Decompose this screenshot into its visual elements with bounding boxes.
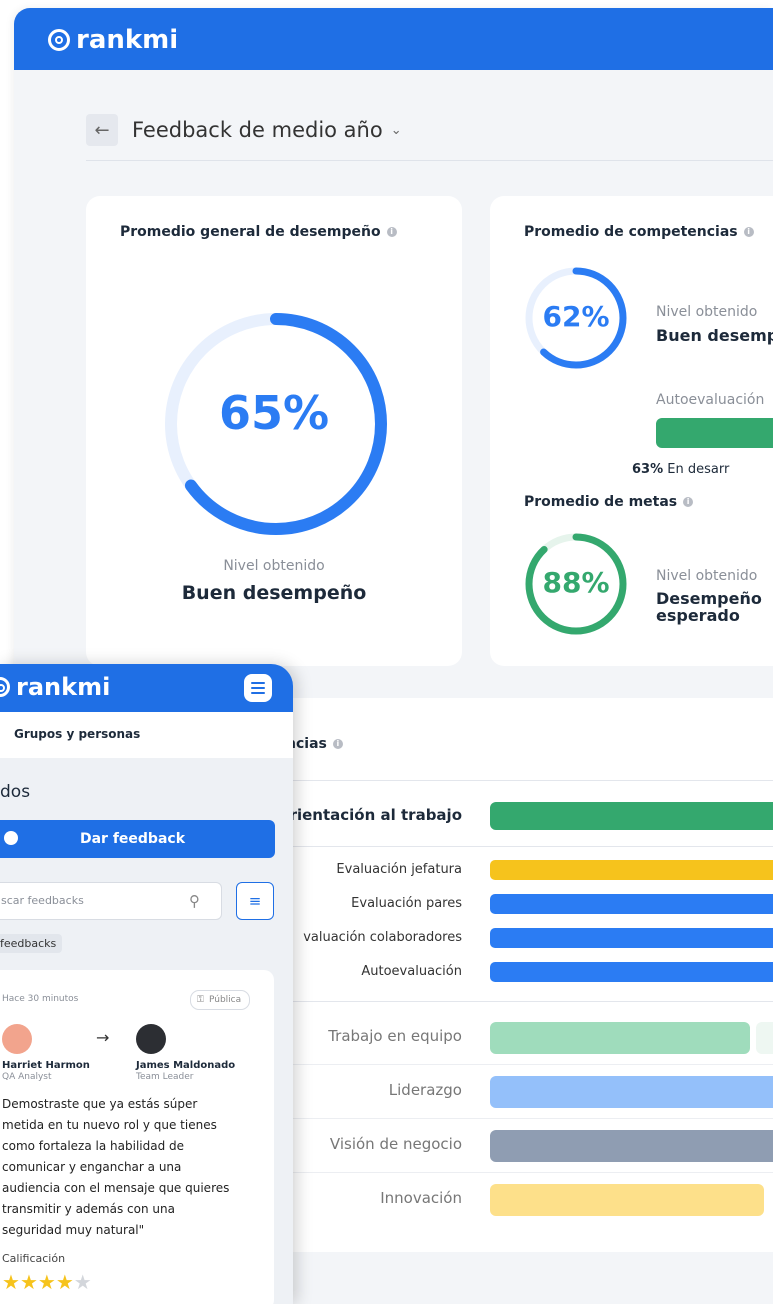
back-arrow-icon[interactable]: ← [86, 114, 118, 146]
avatar [2, 1024, 32, 1054]
bar-equipo[interactable] [490, 1022, 750, 1054]
rating-label: Calificación [2, 1252, 66, 1265]
search-placeholder: scar feedbacks [1, 894, 84, 907]
bar-colaboradores[interactable] [490, 928, 773, 948]
star-icon: ★ [73, 1270, 92, 1294]
bar-liderazgo[interactable] [490, 1076, 773, 1108]
general-percent: 65% [218, 386, 330, 440]
mobile-section-title: dos [0, 782, 31, 802]
autoevaluacion-result: 63% En desarr [632, 462, 730, 477]
rankmi-mark-icon [0, 677, 10, 697]
metas-title: Promedio de metas i [524, 494, 694, 510]
to-role: Team Leader [136, 1072, 194, 1082]
competencias-title: Promedio de competencias i [524, 224, 754, 240]
metas-percent: 88% [542, 566, 610, 599]
rankmi-logo[interactable]: rankmi [48, 25, 178, 55]
dar-feedback-button[interactable]: Dar feedback [0, 820, 275, 858]
info-icon[interactable]: i [386, 227, 397, 237]
search-input[interactable]: scar feedbacks ⚲ [0, 882, 222, 920]
mobile-brand-name: rankmi [16, 673, 111, 701]
dar-feedback-label: Dar feedback [79, 831, 186, 847]
bar-orientacion[interactable] [490, 802, 773, 830]
star-rating: ★★★★★ [2, 1270, 92, 1294]
general-level-label: Nivel obtenido [223, 558, 325, 574]
star-icon: ★ [37, 1270, 56, 1294]
arrow-right-icon: → [96, 1028, 110, 1047]
competencias-card: Promedio de competencias i 62% Nivel obte… [490, 196, 773, 666]
feedback-message: Demostraste que ya estás súper metida en… [2, 1097, 230, 1237]
rankmi-mark-icon [48, 29, 70, 51]
brand-name: rankmi [76, 25, 179, 55]
feedback-time: Hace 30 minutos [2, 994, 79, 1004]
mobile-rankmi-logo[interactable]: rankmi [0, 673, 110, 701]
to-name: James Maldonado [136, 1060, 236, 1071]
metas-level-label: Nivel obtenido [656, 568, 758, 584]
from-name: Harriet Harmon [2, 1060, 90, 1071]
mobile-tabbar: Grupos y personas [0, 712, 293, 758]
bar-autoevaluacion[interactable] [490, 962, 773, 982]
detail-title: ncias i [286, 736, 343, 752]
star-icon: ★ [19, 1270, 38, 1294]
general-level: Buen desempeño [181, 582, 367, 604]
info-icon[interactable]: i [683, 497, 694, 507]
tab-grupos-personas[interactable]: Grupos y personas [14, 727, 140, 741]
breadcrumb: ← Feedback de medio año ⌄ [86, 100, 773, 161]
page-title[interactable]: Feedback de medio año [132, 118, 383, 142]
bar-pares[interactable] [490, 894, 773, 914]
info-icon[interactable]: i [332, 739, 343, 749]
filter-chip[interactable]: feedbacks [0, 934, 63, 953]
visibility-badge[interactable]: ⚿ Pública [190, 990, 251, 1010]
star-icon: ★ [55, 1270, 74, 1294]
bar-innovacion[interactable] [490, 1184, 764, 1216]
lock-icon: ⚿ [197, 995, 204, 1005]
general-card-title: Promedio general de desempeño i [120, 224, 397, 240]
info-icon[interactable]: i [743, 227, 754, 237]
bar-jefatura[interactable] [490, 860, 773, 880]
avatar [136, 1024, 166, 1054]
top-bar: rankmi [14, 8, 773, 70]
general-performance-card: Promedio general de desempeño i 65% Nivel… [86, 196, 462, 666]
search-icon[interactable]: ⚲ [189, 892, 200, 910]
menu-icon[interactable] [244, 674, 272, 702]
autoevaluacion-label: Autoevaluación [656, 392, 765, 408]
from-role: QA Analyst [2, 1072, 52, 1082]
competencias-percent: 62% [542, 300, 610, 333]
bar-vision[interactable] [490, 1130, 773, 1162]
star-icon: ★ [2, 1270, 20, 1294]
autoevaluacion-bar [656, 418, 773, 448]
mobile-screen: rankmi Grupos y personas dos Dar feedbac… [0, 664, 293, 1304]
metas-level: Desempeño esperado [656, 589, 762, 625]
competencias-level: Buen desemp [656, 326, 773, 345]
chevron-down-icon[interactable]: ⌄ [391, 123, 402, 138]
feedback-card: Hace 30 minutos ⚿ Pública → Harriet Harmo… [0, 970, 274, 1304]
competencias-level-label: Nivel obtenido [656, 304, 758, 320]
mobile-top-bar: rankmi [0, 664, 293, 712]
filter-icon[interactable]: ≡ [236, 882, 274, 920]
bar-equipo-remaining [756, 1022, 773, 1054]
